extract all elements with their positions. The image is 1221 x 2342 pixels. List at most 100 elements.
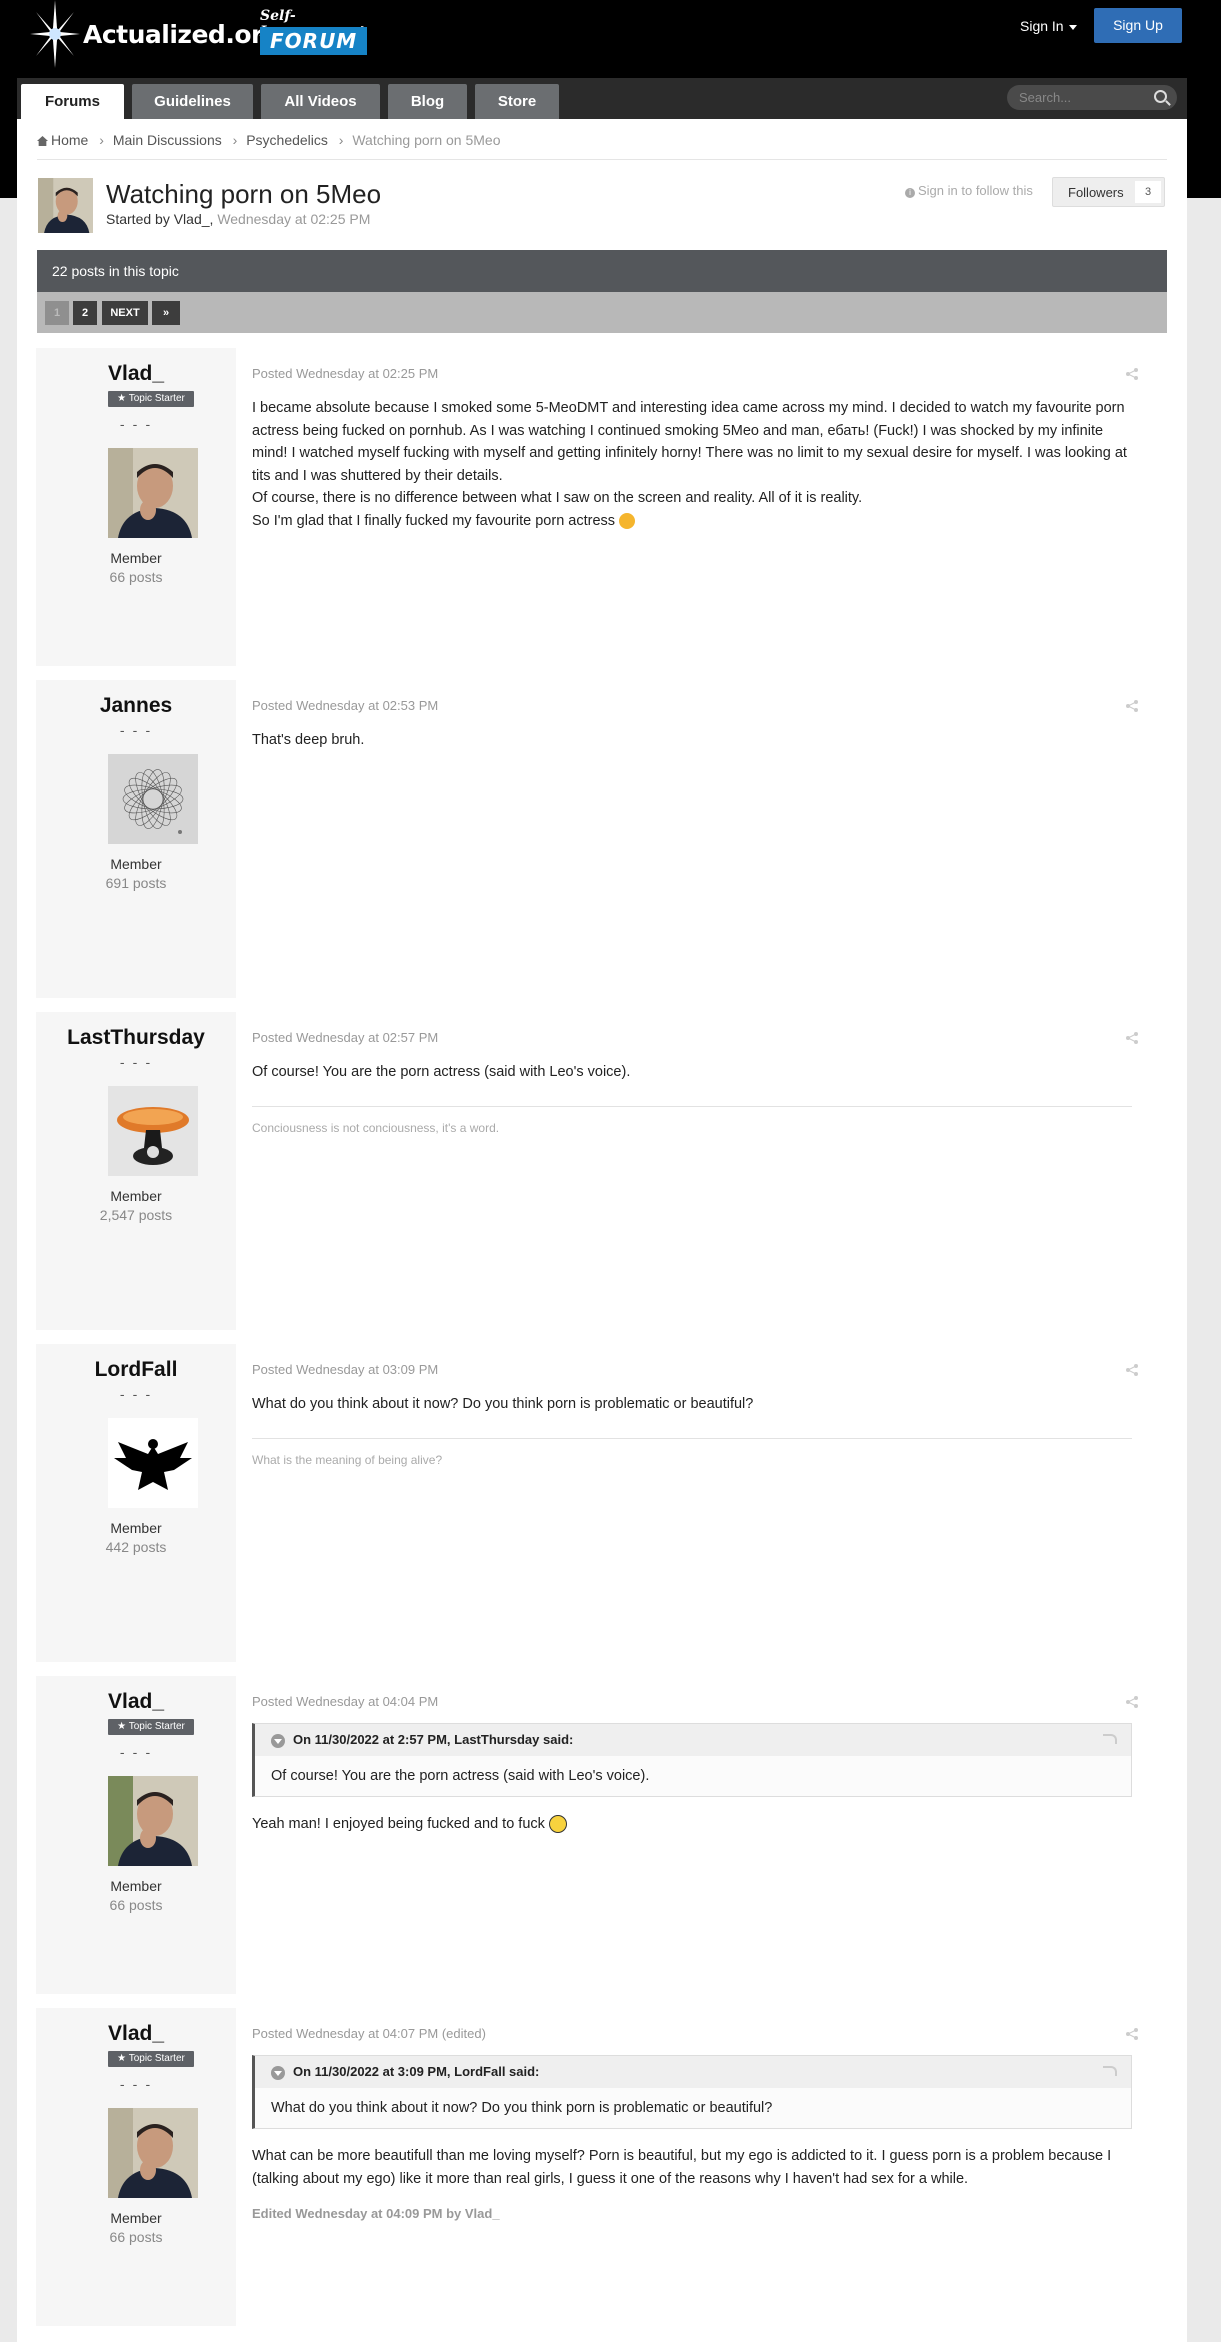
post-content: What can be more beautifull than me lovi… [252,2145,1132,2190]
author-rank: Member [110,2210,162,2226]
post-date: Posted Wednesday at 04:07 PM (edited) [252,2026,486,2041]
jump-to-quote-icon[interactable] [1103,2066,1117,2076]
avatar[interactable] [108,754,198,844]
chevron-right-icon: › [232,132,238,148]
post: Vlad_ ★ Topic Starter - - - Member 66 po… [36,2008,1152,2326]
page-2-button[interactable]: 2 [73,301,97,325]
followers-label: Followers [1068,185,1124,200]
search-icon[interactable] [1154,90,1167,103]
avatar[interactable] [108,1776,198,1866]
post: Jannes - - - Member 691 posts Posted Wed… [36,680,1152,998]
sign-in-menu[interactable]: Sign In [1020,18,1077,34]
post: LordFall - - - Member 442 posts Posted W… [36,1344,1152,1662]
next-page-button[interactable]: NEXT [102,301,148,325]
post-body: Posted Wednesday at 04:04 PM On 11/30/20… [252,1694,1132,1836]
author-name[interactable]: Vlad_ [36,2022,236,2046]
topic-author-link[interactable]: Vlad_, [174,211,214,227]
tab-blog[interactable]: Blog [388,84,467,119]
chevron-right-icon: › [338,132,344,148]
quote-block: On 11/30/2022 at 2:57 PM, LastThursday s… [252,1723,1132,1797]
breadcrumb-main-discussions[interactable]: Main Discussions [113,132,222,148]
tab-guidelines[interactable]: Guidelines [132,84,253,119]
site-logo[interactable]: Actualized.org Self-Improvement FORUM [30,0,375,70]
reputation-dashes: - - - [119,1746,153,1761]
topic-starter-badge: ★ Topic Starter [108,391,194,407]
jump-to-quote-icon[interactable] [1103,1734,1117,1744]
post-author-panel: Vlad_ ★ Topic Starter - - - Member 66 po… [36,348,236,666]
post-paragraph: What can be more beautifull than me lovi… [252,2148,1112,2187]
author-rank: Member [110,1188,162,1204]
site-header: Actualized.org Self-Improvement FORUM Si… [0,0,1221,78]
posts-count-bar: 22 posts in this topic [37,250,1167,292]
topic-starter-badge: ★ Topic Starter [108,1719,194,1735]
author-name[interactable]: Jannes [36,694,236,718]
avatar-photo [108,1776,198,1866]
pagination: 1 2 NEXT » [37,292,1167,333]
avatar-photo [38,178,93,233]
author-post-count: 66 posts [109,1897,163,1913]
author-post-count: 66 posts [109,569,163,585]
caret-down-icon [1068,24,1077,30]
eagle-avatar-image [108,1418,198,1508]
topic-date: Wednesday at 02:25 PM [217,211,371,227]
follow-text: Sign in to follow this [918,183,1033,198]
post-content: Yeah man! I enjoyed being fucked and to … [252,1813,1132,1836]
author-rank: Member [110,1878,162,1894]
post-date: Posted Wednesday at 02:57 PM [252,1030,439,1045]
post-body: Posted Wednesday at 02:25 PM I became ab… [252,366,1132,532]
edited-note: Edited Wednesday at 04:09 PM by Vlad_ [252,2206,500,2221]
sign-in-to-follow[interactable]: i Sign in to follow this [905,183,1033,198]
main-nav: Forums Guidelines All Videos Blog Store … [17,78,1187,119]
tongue-emoji-icon [619,512,636,529]
post-content: That's deep bruh. [252,729,1132,752]
author-name[interactable]: LastThursday [36,1026,236,1050]
post-paragraph: What do you think about it now? Do you t… [252,1396,754,1412]
followers-button[interactable]: Followers 3 [1052,177,1165,207]
spiral-avatar-image [108,754,198,844]
avatar[interactable] [108,1086,198,1176]
breadcrumb: Home › Main Discussions › Psychedelics ›… [37,132,502,148]
post-body: Posted Wednesday at 03:09 PM What do you… [252,1362,1132,1467]
reputation-dashes: - - - [119,724,153,739]
sign-up-button[interactable]: Sign Up [1094,8,1182,43]
avatar-photo [108,2108,198,2198]
reputation-dashes: - - - [119,2078,153,2093]
avatar[interactable] [108,1418,198,1508]
collapse-icon[interactable] [271,2065,285,2080]
author-signature: Conciousness is not conciousness, it's a… [252,1120,500,1135]
tab-forums[interactable]: Forums [21,84,124,119]
post-content: Of course! You are the porn actress (sai… [252,1061,1132,1084]
quote-header[interactable]: On 11/30/2022 at 2:57 PM, LastThursday s… [255,1724,1131,1756]
post-author-panel: Jannes - - - Member 691 posts [36,680,236,998]
post-author-panel: Vlad_ ★ Topic Starter - - - Member 66 po… [36,2008,236,2326]
post-author-panel: LordFall - - - Member 442 posts [36,1344,236,1662]
post-content: What do you think about it now? Do you t… [252,1393,1132,1416]
quote-block: On 11/30/2022 at 3:09 PM, LordFall said:… [252,2055,1132,2129]
avatar[interactable] [108,2108,198,2198]
brand-name: Actualized.org [83,20,281,49]
breadcrumb-psychedelics[interactable]: Psychedelics [246,132,328,148]
post-paragraph: That's deep bruh. [252,732,365,748]
topic-author-avatar[interactable] [38,178,93,233]
tab-all-videos[interactable]: All Videos [261,84,380,119]
author-name[interactable]: LordFall [36,1358,236,1382]
search-placeholder: Search... [1019,90,1072,105]
tab-store[interactable]: Store [475,84,559,119]
search-input[interactable]: Search... [1007,85,1177,110]
author-name[interactable]: Vlad_ [36,362,236,386]
quote-header[interactable]: On 11/30/2022 at 3:09 PM, LordFall said: [255,2056,1131,2088]
post-author-panel: LastThursday - - - Member 2,547 posts [36,1012,236,1330]
author-signature: What is the meaning of being alive? [252,1452,443,1467]
forum-badge: FORUM [260,27,368,55]
collapse-icon[interactable] [271,1733,285,1748]
author-name[interactable]: Vlad_ [36,1690,236,1714]
author-post-count: 2,547 posts [99,1207,173,1223]
breadcrumb-home[interactable]: Home [51,132,88,148]
avatar[interactable] [108,448,198,538]
telephone-avatar-image [108,1086,198,1176]
last-page-button[interactable]: » [152,301,180,325]
reputation-dashes: - - - [119,418,153,433]
avatar-photo [108,448,198,538]
post: Vlad_ ★ Topic Starter - - - Member 66 po… [36,348,1152,666]
post-paragraph: Yeah man! I enjoyed being fucked and to … [252,1816,545,1832]
